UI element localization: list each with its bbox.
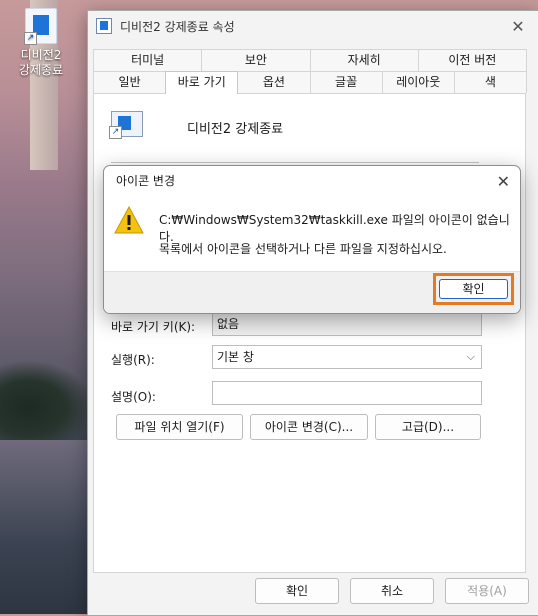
tab-font[interactable]: 글꼴	[309, 71, 383, 93]
tab-options[interactable]: 옵션	[237, 71, 311, 93]
dialog-close-icon[interactable]: ✕	[497, 166, 510, 197]
desktop-shortcut[interactable]: ↗ 디비전2 강제종료	[10, 8, 72, 78]
tab-previous-versions[interactable]: 이전 버전	[417, 49, 527, 71]
window-titlebar[interactable]: 디비전2 강제종료 속성 ✕	[88, 11, 538, 41]
window-close-icon[interactable]: ✕	[498, 17, 538, 36]
desktop-shortcut-label-1: 디비전2	[20, 48, 62, 62]
dialog-ok-button[interactable]: 확인	[439, 279, 508, 299]
advanced-button[interactable]: 고급(D)...	[375, 414, 481, 440]
comment-field[interactable]	[212, 381, 482, 405]
shortcut-arrow-icon: ↗	[24, 32, 37, 45]
ok-button-highlight: 확인	[433, 273, 514, 305]
tab-strip: 터미널 보안 자세히 이전 버전 일반 바로 가기 옵션 글꼴 레이아웃 색	[93, 49, 528, 94]
shortcut-name: 디비전2 강제종료	[187, 122, 284, 137]
dialog-message-line2: 목록에서 아이콘을 선택하거나 다른 파일을 지정하십시오.	[159, 242, 447, 256]
tab-security[interactable]: 보안	[201, 49, 311, 71]
open-file-location-button[interactable]: 파일 위치 열기(F)	[116, 414, 243, 440]
tab-terminal[interactable]: 터미널	[93, 49, 203, 71]
dialog-title: 아이콘 변경	[116, 174, 176, 188]
divider	[111, 162, 479, 163]
change-icon-dialog: 아이콘 변경 ✕ C:₩Windows₩System32₩taskkill.ex…	[103, 165, 521, 314]
desktop-shortcut-label-2: 강제종료	[18, 63, 64, 77]
run-select-value: 기본 창	[217, 350, 254, 364]
comment-label: 설명(O):	[111, 390, 156, 404]
warning-icon	[114, 205, 144, 237]
shortcut-icon: ↗	[109, 111, 143, 139]
change-icon-button[interactable]: 아이콘 변경(C)...	[250, 414, 368, 440]
hotkey-field[interactable]: 없음	[212, 312, 482, 336]
tab-general[interactable]: 일반	[93, 71, 167, 93]
run-label: 실행(R):	[111, 353, 155, 367]
run-select[interactable]: 기본 창 ⌵	[212, 345, 482, 369]
cancel-button[interactable]: 취소	[350, 578, 434, 604]
shortcut-file-icon: ↗	[24, 8, 57, 45]
window-app-icon	[96, 18, 112, 34]
background-reflecting-pool	[0, 440, 95, 614]
tab-details[interactable]: 자세히	[309, 49, 419, 71]
background-trees	[0, 360, 95, 440]
ok-button[interactable]: 확인	[255, 578, 339, 604]
tab-layout[interactable]: 레이아웃	[381, 71, 455, 93]
apply-button[interactable]: 적용(A)	[445, 578, 529, 604]
tab-shortcut[interactable]: 바로 가기	[165, 71, 239, 94]
shortcut-overlay-arrow-icon: ↗	[109, 126, 122, 139]
tab-colors[interactable]: 색	[453, 71, 528, 93]
chevron-down-icon: ⌵	[466, 350, 475, 363]
hotkey-label: 바로 가기 키(K):	[111, 320, 196, 334]
window-title: 디비전2 강제종료 속성	[120, 19, 235, 34]
dialog-titlebar[interactable]: 아이콘 변경 ✕	[104, 166, 520, 197]
